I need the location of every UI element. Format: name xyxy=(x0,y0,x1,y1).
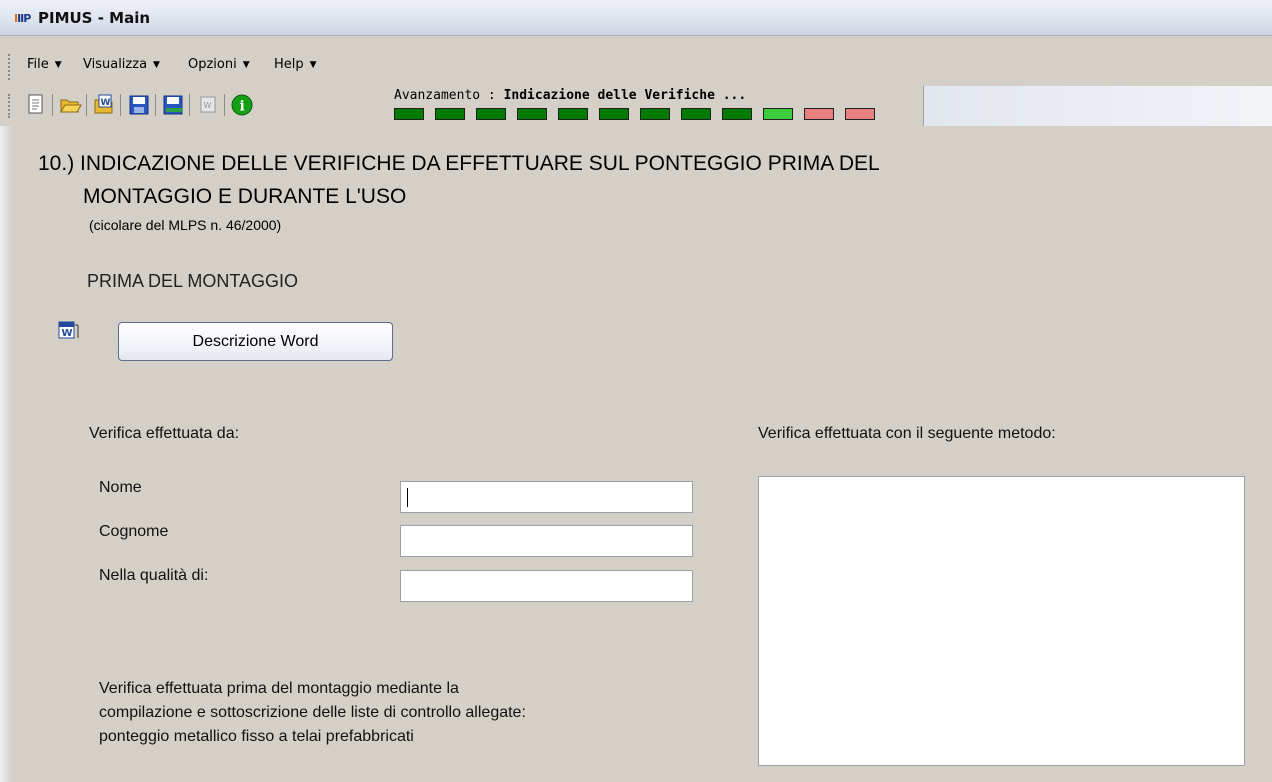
svg-text:W: W xyxy=(62,328,73,339)
verified-by-label: Verifica effettuata da: xyxy=(89,425,240,442)
svg-text:W: W xyxy=(204,101,212,110)
chevron-down-icon: ▼ xyxy=(54,60,62,70)
chevron-down-icon: ▼ xyxy=(153,60,160,70)
page-title-line2: MONTAGGIO E DURANTE L'USO xyxy=(83,185,407,208)
cognome-label: Cognome xyxy=(99,523,169,540)
progress-label: Avanzamento : Indicazione delle Verifich… xyxy=(394,88,747,103)
note-line: ponteggio metallico fisso a telai prefab… xyxy=(99,728,414,745)
progress-step xyxy=(517,108,547,120)
progress-step xyxy=(722,108,752,120)
word-template-icon[interactable]: W xyxy=(92,92,116,118)
section-label: PRIMA DEL MONTAGGIO xyxy=(87,271,299,291)
note-line: compilazione e sottoscrizione delle list… xyxy=(99,704,526,721)
info-icon[interactable]: i xyxy=(230,92,254,118)
progress-step xyxy=(804,108,834,120)
title-bar: IIIP PIMUS - Main xyxy=(0,0,1272,36)
svg-text:i: i xyxy=(240,99,245,115)
progress-step xyxy=(599,108,629,120)
save-icon[interactable] xyxy=(127,92,151,118)
toolbar-separator xyxy=(52,94,53,116)
app-logo-icon: IIIP xyxy=(14,12,31,25)
word-export-icon[interactable]: W xyxy=(196,92,220,118)
page-subtitle: (cicolare del MLPS n. 46/2000) xyxy=(89,217,282,233)
menu-visualizza[interactable]: Visualizza ▼ xyxy=(83,57,160,72)
progress-indicator: Avanzamento : Indicazione delle Verifich… xyxy=(386,86,924,126)
toolbar-separator xyxy=(189,94,190,116)
nome-label: Nome xyxy=(99,479,142,496)
progress-step xyxy=(394,108,424,120)
toolbar-separator xyxy=(86,94,87,116)
progress-step xyxy=(640,108,670,120)
save-as-icon[interactable] xyxy=(161,92,185,118)
progress-step xyxy=(476,108,506,120)
progress-step xyxy=(435,108,465,120)
menu-bar: File ▼ Visualizza ▼ Opzioni ▼ Help ▼ xyxy=(0,46,1272,88)
progress-step xyxy=(558,108,588,120)
toolbar-separator xyxy=(155,94,156,116)
method-textarea[interactable] xyxy=(758,476,1245,766)
window-title: PIMUS - Main xyxy=(38,9,151,27)
chevron-down-icon: ▼ xyxy=(242,60,250,70)
word-document-icon[interactable]: W xyxy=(58,321,80,341)
menu-help[interactable]: Help ▼ xyxy=(274,57,317,72)
method-label: Verifica effettuata con il seguente meto… xyxy=(758,425,1056,442)
qualita-label: Nella qualità di: xyxy=(99,567,209,584)
app-window: IIIP PIMUS - Main File ▼ Visualizza ▼ Opzi… xyxy=(0,0,1272,782)
page-title-line1: 10.) INDICAZIONE DELLE VERIFICHE DA EFFE… xyxy=(38,152,880,175)
toolbar-background xyxy=(924,86,1272,126)
cognome-input[interactable] xyxy=(400,525,693,557)
menubar-grip[interactable] xyxy=(8,54,11,80)
text-caret xyxy=(407,488,408,507)
word-description-button[interactable]: Descrizione Word xyxy=(118,322,393,361)
menu-file[interactable]: File ▼ xyxy=(27,57,62,72)
new-document-icon[interactable] xyxy=(24,92,48,118)
toolbar-separator xyxy=(120,94,121,116)
toolbar-grip[interactable] xyxy=(8,94,11,118)
nome-input[interactable] xyxy=(400,481,693,513)
progress-step xyxy=(845,108,875,120)
menu-opzioni[interactable]: Opzioni ▼ xyxy=(188,57,250,72)
toolbar-separator xyxy=(224,94,225,116)
chevron-down-icon: ▼ xyxy=(309,60,317,70)
open-folder-icon[interactable] xyxy=(58,92,82,118)
verification-note: Verifica effettuata prima del montaggio … xyxy=(99,677,699,749)
progress-step xyxy=(681,108,711,120)
progress-step xyxy=(763,108,793,120)
content-edge xyxy=(0,126,12,782)
svg-text:W: W xyxy=(101,98,111,108)
qualita-input[interactable] xyxy=(400,570,693,602)
note-line: Verifica effettuata prima del montaggio … xyxy=(99,680,459,697)
